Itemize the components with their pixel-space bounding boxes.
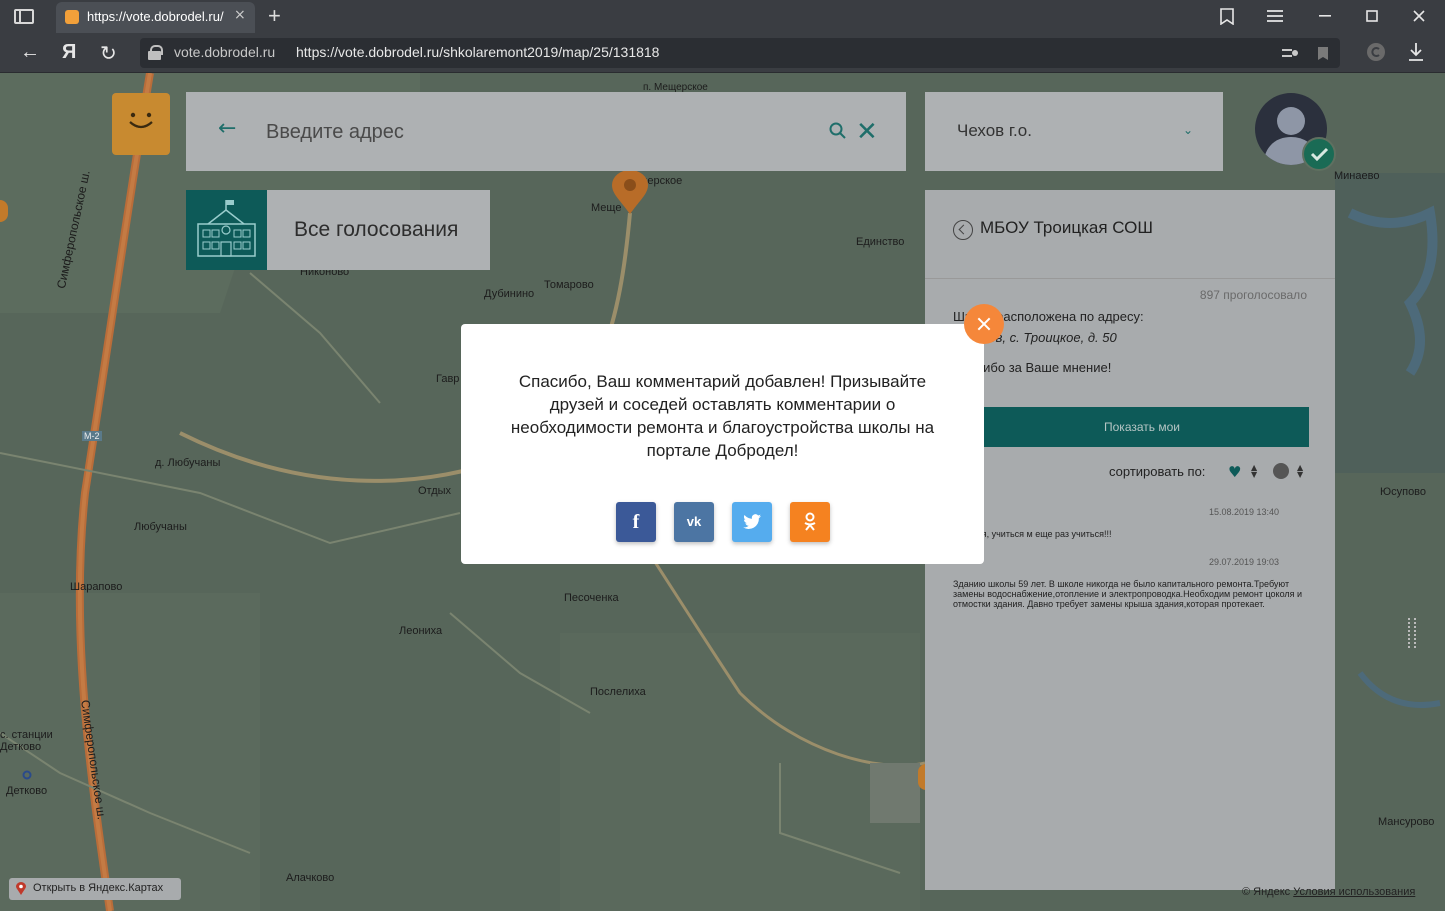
share-facebook-button[interactable]: f [616,502,656,542]
back-circle-icon[interactable] [953,220,973,240]
comment-date: 15.08.2019 13:40 [1209,507,1280,517]
open-in-yandex-maps-label: Открыть в Яндекс.Картах [33,882,164,894]
map-label: Шарапово [70,581,123,593]
modal-message: Спасибо, Ваш комментарий добавлен! Призы… [510,372,935,460]
clear-icon[interactable]: ✕ [856,116,878,147]
map-label: Песоченка [564,592,619,604]
odnoklassniki-icon [804,512,816,531]
url-text: https://vote.dobrodel.ru/shkolaremont201… [296,44,660,60]
yandex-button[interactable]: Я [62,41,76,64]
divider [925,278,1335,279]
comment-added-modal: Спасибо, Ваш комментарий добавлен! Призы… [461,324,984,564]
vk-icon: vk [686,514,702,529]
map-label: Единство [856,236,905,248]
vote-count: 897 проголосовало [1199,288,1307,302]
map-label: с. станции [0,729,53,741]
region-value: Чехов г.о. [957,121,1032,140]
map-label: Детково [6,785,48,797]
all-votes-label: Все голосования [294,218,459,241]
map-label: Любучаны [134,521,187,533]
back-arrow-icon[interactable]: ← [218,116,236,141]
twitter-icon [743,514,761,529]
station-icon [22,770,32,780]
clock-icon[interactable] [1273,463,1289,479]
sort-arrows-icon[interactable]: ▲ ▼ [1251,464,1257,479]
heart-icon[interactable]: ♥ [1228,463,1241,481]
new-tab-button[interactable]: + [268,3,281,29]
bookmarks-icon[interactable] [1219,8,1235,25]
school-icon [186,190,267,270]
facebook-icon: f [632,511,640,533]
share-odnoklassniki-button[interactable] [790,502,830,542]
smile-icon [129,112,153,129]
terms-link[interactable]: Условия использования [1293,886,1415,898]
permissions-icon[interactable] [1282,47,1298,60]
map-copyright: © Яндекс Условия использования [1242,886,1415,898]
sort-arrows-icon[interactable]: ▲ ▼ [1297,464,1303,479]
menu-icon[interactable] [1267,10,1283,22]
minimize-icon[interactable] [1319,15,1331,17]
verified-check-icon [1302,137,1336,171]
sidebar-toggle-icon[interactable] [14,9,34,24]
comment-date: 29.07.2019 19:03 [1209,557,1280,567]
map-pin-icon [16,882,26,895]
map-label: Отдых [418,485,452,497]
modal-close-button[interactable] [964,304,1004,344]
browser-tab[interactable]: https://vote.dobrodel.ru/ × [56,2,255,33]
map-label: Томарово [544,279,594,291]
browser-addressbar: ← Я ↻ vote.dobrodel.ru https://vote.dobr… [0,33,1445,73]
search-icon[interactable] [829,122,846,139]
lock-icon[interactable] [148,45,163,60]
map-label: Минаево [1334,170,1380,182]
map-label: Дубинино [484,288,535,300]
url-field[interactable]: vote.dobrodel.ru https://vote.dobrodel.r… [140,38,1340,68]
copyright-text: © Яндекс [1242,886,1291,898]
window-close-icon[interactable] [1413,10,1425,22]
map-label: Послелиха [590,686,646,698]
browser-tabbar: https://vote.dobrodel.ru/ × + [0,0,1445,33]
show-mine-button[interactable]: Показать мои [975,407,1309,447]
tab-title: https://vote.dobrodel.ru/ [87,9,224,24]
map-label: Мансурово [1378,816,1435,828]
maximize-icon[interactable] [1366,10,1378,22]
highway-badge: М-2 [82,431,102,441]
scroll-handle[interactable] [1408,618,1416,648]
map-label: Леониха [399,625,443,637]
open-in-yandex-maps-link[interactable]: Открыть в Яндекс.Картах [9,878,181,900]
back-button[interactable]: ← [20,41,40,64]
dobrodel-favicon-icon [65,10,79,24]
address-search-input[interactable] [266,116,786,148]
map-label: Юсупово [1380,486,1427,498]
sort-label: сортировать по: [1109,464,1206,479]
all-votes-button[interactable]: Все голосования [186,190,490,270]
dobrodel-logo[interactable] [112,93,170,155]
comment-text: Зданию школы 59 лет. В школе никогда не … [953,579,1303,609]
map-label: Гавр [436,373,460,385]
map-label: д. Любучаны [155,457,221,469]
bookmark-icon[interactable] [1317,46,1329,61]
school-marker-icon[interactable] [610,170,650,214]
share-twitter-button[interactable] [732,502,772,542]
download-icon[interactable] [1407,42,1425,62]
chevron-down-icon[interactable]: ⌄ [1183,123,1193,137]
comment-text: Учиться, учиться м еще раз учиться!!! [953,529,1112,539]
url-domain: vote.dobrodel.ru [174,44,276,60]
share-vk-button[interactable]: vk [674,502,714,542]
map-label: Алачково [286,872,335,884]
map-label: Детково [0,741,42,753]
school-details-panel: МБОУ Троицкая СОШ 897 проголосовало Школ… [925,190,1335,890]
reload-button[interactable]: ↻ [100,41,117,66]
region-select[interactable]: Чехов г.о. ⌄ [925,92,1223,171]
school-title: МБОУ Троицкая СОШ [980,218,1153,237]
protect-icon[interactable] [1366,42,1386,62]
tab-close-icon[interactable]: × [234,7,246,23]
address-search-panel: ← ✕ [186,92,906,171]
